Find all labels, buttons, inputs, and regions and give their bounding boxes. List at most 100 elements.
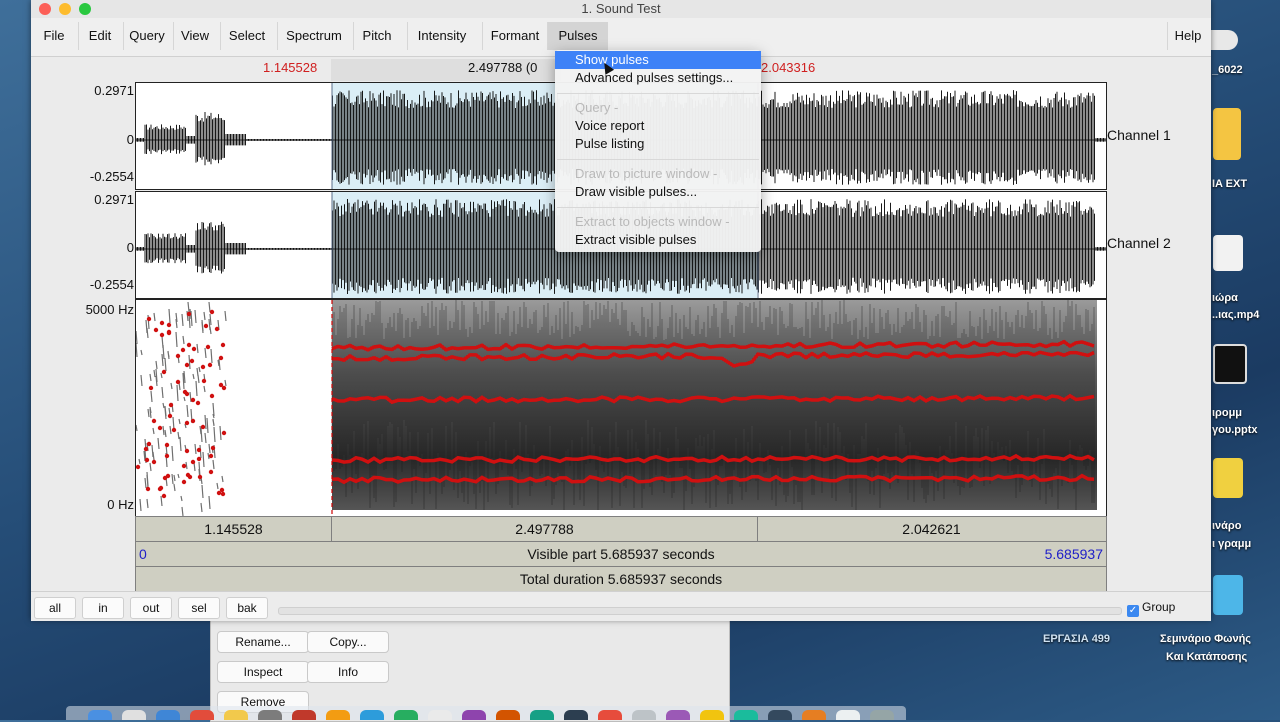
channel-1-label: Channel 1 (1107, 127, 1171, 143)
zoom-all-button[interactable]: all (34, 597, 76, 619)
dock-app-icon[interactable] (666, 710, 690, 720)
dock-app-icon[interactable] (836, 710, 860, 720)
desktop-label: ινάρο (1212, 520, 1242, 532)
desktop-label: IA EXT (1212, 178, 1248, 190)
menu-help[interactable]: Help (1167, 22, 1208, 50)
file-icon[interactable] (1213, 235, 1243, 271)
amplitude-min: -0.2554 (89, 277, 134, 292)
title-bar: 1. Sound Test (31, 0, 1211, 18)
voice-report-item[interactable]: Voice report (555, 117, 761, 135)
dock-app-icon[interactable] (326, 710, 350, 720)
dock-app-icon[interactable] (870, 710, 894, 720)
menu-separator (557, 159, 759, 160)
extract-visible-pulses-item[interactable]: Extract visible pulses (555, 231, 761, 249)
visible-end-time: 5.685937 (1044, 546, 1103, 562)
spectrogram-max-frequency: 5000 Hz (85, 302, 134, 317)
dock-app-icon[interactable] (88, 710, 112, 720)
visible-part-text: Visible part 5.685937 seconds (527, 546, 715, 562)
group-checkbox[interactable]: ✓ Group (1127, 600, 1175, 617)
menu-intensity[interactable]: Intensity (407, 22, 476, 50)
dock-app-icon[interactable] (156, 710, 180, 720)
horizontal-scrollbar[interactable] (278, 607, 1122, 615)
amplitude-max: 0.2971 (94, 83, 134, 98)
dock-app-icon[interactable] (632, 710, 656, 720)
menu-formant[interactable]: Formant (482, 22, 547, 50)
dock-app-icon[interactable] (564, 710, 588, 720)
dock-app-icon[interactable] (768, 710, 792, 720)
dock-app-icon[interactable] (122, 710, 146, 720)
dock-app-icon[interactable] (462, 710, 486, 720)
amplitude-min: -0.2554 (89, 169, 134, 184)
dock-app-icon[interactable] (428, 710, 452, 720)
zoom-out-button[interactable]: out (130, 597, 172, 619)
amplitude-max: 0.2971 (94, 192, 134, 207)
channel-2-label: Channel 2 (1107, 235, 1171, 251)
segment-duration[interactable]: 2.042621 (758, 517, 1105, 541)
desktop-label: γου.pptx (1212, 424, 1258, 436)
desktop-label: ι γραμμ (1212, 538, 1252, 550)
zoom-in-button[interactable]: in (82, 597, 124, 619)
dock-app-icon[interactable] (700, 710, 724, 720)
dock-app-icon[interactable] (394, 710, 418, 720)
pptx-file-icon[interactable] (1213, 458, 1243, 498)
dock-app-icon[interactable] (360, 710, 384, 720)
amplitude-zero: 0 (126, 240, 134, 255)
copy-button[interactable]: Copy... (307, 631, 389, 653)
file-icon[interactable] (1213, 575, 1243, 615)
desktop-label: ιώρα (1212, 292, 1238, 304)
extract-section-header: Extract to objects window - (575, 214, 730, 229)
desktop-label: Σεμινάριο Φωνής (1160, 633, 1252, 645)
amplitude-zero: 0 (126, 132, 134, 147)
desktop-label: Και Κατάποσης (1166, 651, 1248, 663)
segment-duration[interactable]: 1.145528 (136, 517, 332, 541)
menu-pitch[interactable]: Pitch (353, 22, 400, 50)
query-section-header: Query - (575, 100, 619, 115)
draw-section-header: Draw to picture window - (575, 166, 718, 181)
menu-view[interactable]: View (173, 22, 216, 50)
menu-spectrum[interactable]: Spectrum (277, 22, 350, 50)
dock-app-icon[interactable] (292, 710, 316, 720)
segment-durations-bar: 1.145528 2.497788 2.042621 (135, 516, 1107, 542)
checkmark-icon: ✓ (1127, 605, 1139, 617)
zoom-selection-button[interactable]: sel (178, 597, 220, 619)
draw-visible-pulses-item[interactable]: Draw visible pulses... (555, 183, 761, 201)
menu-query[interactable]: Query (123, 22, 170, 50)
pulses-menu: Show pulses Advanced pulses settings... … (555, 50, 761, 252)
dock-app-icon[interactable] (224, 710, 248, 720)
dock-app-icon[interactable] (258, 710, 282, 720)
menu-edit[interactable]: Edit (78, 22, 121, 50)
selection-left-duration: 1.145528 (263, 60, 318, 75)
bottom-toolbar: all in out sel bak ✓ Group (31, 591, 1211, 621)
inspect-button[interactable]: Inspect (217, 661, 309, 683)
spectrogram-min-frequency: 0 Hz (107, 497, 134, 512)
dock-app-icon[interactable] (496, 710, 520, 720)
folder-icon[interactable] (1213, 108, 1241, 160)
info-button[interactable]: Info (307, 661, 389, 683)
total-duration-bar[interactable]: Total duration 5.685937 seconds (135, 566, 1107, 592)
video-file-icon[interactable] (1213, 344, 1247, 384)
dock-app-icon[interactable] (598, 710, 622, 720)
desktop-label: _6022 (1212, 64, 1243, 76)
dock-app-icon[interactable] (734, 710, 758, 720)
rename-button[interactable]: Rename... (217, 631, 309, 653)
dock-app-icon[interactable] (802, 710, 826, 720)
desktop-label: ιρομμ (1212, 407, 1243, 419)
window-title: 1. Sound Test (581, 1, 661, 16)
menu-pulses[interactable]: Pulses (547, 22, 608, 50)
spectrogram[interactable] (135, 299, 1107, 517)
desktop-label: ..ιας.mp4 (1212, 309, 1260, 321)
dock-app-icon[interactable] (190, 710, 214, 720)
menu-select[interactable]: Select (220, 22, 273, 50)
show-pulses-item[interactable]: Show pulses (555, 51, 761, 69)
segment-duration[interactable]: 2.497788 (332, 517, 758, 541)
dock-app-icon[interactable] (530, 710, 554, 720)
selection-duration: 2.497788 (0 (468, 60, 538, 75)
zoom-back-button[interactable]: bak (226, 597, 268, 619)
visible-part-bar[interactable]: 0 Visible part 5.685937 seconds 5.685937 (135, 541, 1107, 567)
menu-file[interactable]: File (34, 22, 74, 50)
pulse-listing-item[interactable]: Pulse listing (555, 135, 761, 153)
menu-separator (557, 93, 759, 94)
desktop-label: ΕΡΓΑΣΙΑ 499 (1043, 633, 1111, 645)
advanced-pulses-settings-item[interactable]: Advanced pulses settings... (555, 69, 761, 87)
group-label: Group (1142, 600, 1176, 614)
